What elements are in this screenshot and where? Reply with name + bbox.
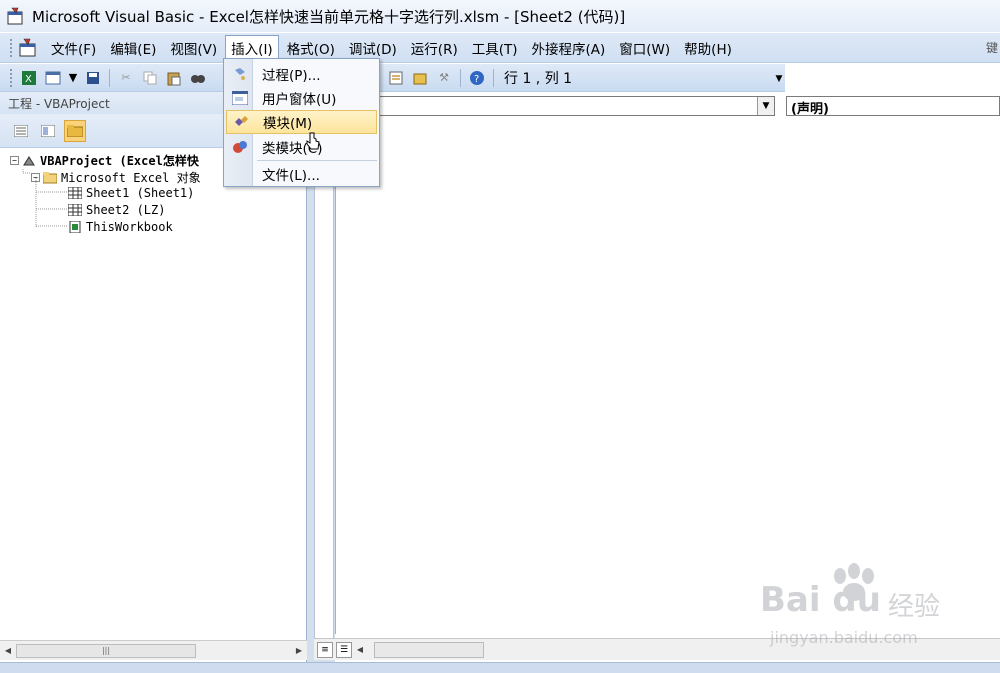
toggle-folders-icon[interactable] — [64, 119, 86, 142]
menu-run[interactable]: 运行(R) — [405, 35, 464, 61]
help-icon[interactable]: ? — [468, 69, 486, 87]
empty-icon-slot — [231, 166, 249, 182]
paste-icon[interactable] — [165, 69, 183, 87]
view-excel-icon[interactable]: X — [20, 69, 38, 87]
view-code-icon[interactable] — [10, 120, 32, 142]
menu-item-label: 模块(M) — [263, 116, 313, 132]
menubar-grip[interactable] — [9, 37, 13, 58]
menu-item-label: 文件(L)... — [262, 168, 320, 184]
tree-node-sheet1[interactable]: Sheet1 (Sheet1) — [67, 186, 195, 200]
vba-app-icon — [6, 6, 26, 26]
tree-node-label: ThisWorkbook — [86, 220, 173, 234]
watermark-brand: Bai du — [760, 580, 881, 620]
insert-userform-item[interactable]: 用户窗体(U) — [226, 86, 377, 110]
menu-bar: 文件(F) 编辑(E) 视图(V) 插入(I) 格式(O) 调试(D) 运行(R… — [0, 33, 1000, 63]
insert-file-item[interactable]: 文件(L)... — [226, 162, 377, 186]
menu-debug[interactable]: 调试(D) — [343, 35, 403, 61]
copy-icon[interactable] — [141, 69, 159, 87]
object-browser-icon[interactable] — [411, 69, 429, 87]
toolbar-grip[interactable] — [9, 67, 13, 88]
tree-node-label: Sheet1 (Sheet1) — [86, 186, 195, 200]
cut-icon[interactable]: ✂ — [117, 69, 135, 87]
menu-addins[interactable]: 外接程序(A) — [526, 35, 612, 61]
watermark-brand-cn: 经验 — [888, 592, 941, 622]
tree-lines — [22, 169, 68, 227]
scroll-right-icon[interactable]: ▶ — [291, 643, 307, 659]
menu-help[interactable]: 帮助(H) — [678, 35, 738, 61]
title-bar: Microsoft Visual Basic - Excel怎样快速当前单元格十… — [0, 0, 1000, 32]
status-strip — [0, 662, 1000, 673]
insert-class-module-item[interactable]: 类模块(C) — [226, 135, 377, 159]
tree-node-thisworkbook[interactable]: ThisWorkbook — [68, 220, 173, 234]
procedure-view-icon[interactable]: ≡ — [317, 641, 333, 658]
scroll-left-icon[interactable]: ◀ — [0, 643, 16, 659]
svg-text:X: X — [25, 74, 32, 85]
userform-icon — [231, 90, 249, 106]
project-horizontal-scrollbar[interactable]: ◀ ||| ▶ — [0, 640, 307, 660]
toolbar-separator — [493, 68, 494, 87]
insert-dropdown-menu: 过程(P)... 用户窗体(U) 模块(M) 类模块(C) 文件(L)... — [223, 58, 380, 187]
code-scrollbar-thumb[interactable] — [374, 641, 484, 658]
chevron-down-icon[interactable]: ▼ — [757, 97, 774, 115]
view-object-icon[interactable] — [37, 120, 59, 142]
project-tree: − VBAProject (Excel怎样快 − Microsoft Excel… — [0, 150, 306, 638]
save-icon[interactable] — [84, 69, 102, 87]
baidu-jingyan-watermark: Bai du 经验 jingyan.baidu.com — [760, 563, 995, 655]
find-icon[interactable] — [189, 69, 207, 87]
menu-edit[interactable]: 编辑(E) — [104, 35, 162, 61]
menu-separator — [257, 160, 377, 161]
menu-view[interactable]: 视图(V) — [164, 35, 223, 61]
class-module-icon — [231, 139, 249, 155]
menu-window[interactable]: 窗口(W) — [613, 35, 676, 61]
menubar-corner-text: 键 — [985, 41, 998, 55]
tree-node-label: Sheet2 (LZ) — [86, 203, 166, 217]
menu-insert[interactable]: 插入(I) — [225, 35, 279, 60]
code-margin-indicator-bar[interactable] — [314, 120, 334, 640]
menu-item-label: 过程(P)... — [262, 68, 321, 84]
object-combobox[interactable]: ▼ — [335, 96, 775, 116]
procedure-icon — [231, 66, 249, 82]
insert-module-item[interactable]: 模块(M) — [226, 110, 377, 134]
mouse-pointer-icon — [305, 130, 321, 154]
module-icon — [232, 114, 250, 130]
code-editor[interactable] — [335, 118, 1000, 634]
watermark-url: jingyan.baidu.com — [770, 628, 918, 647]
insert-userform-icon[interactable] — [44, 69, 62, 87]
tree-node-label: Microsoft Excel 对象 — [61, 171, 201, 185]
menu-format[interactable]: 格式(O) — [281, 35, 341, 61]
scroll-left-icon[interactable]: ◀ — [352, 642, 368, 658]
menu-file[interactable]: 文件(F) — [45, 35, 102, 61]
tree-node-sheet2[interactable]: Sheet2 (LZ) — [67, 203, 166, 217]
window-title: Microsoft Visual Basic - Excel怎样快速当前单元格十… — [32, 7, 626, 26]
toolbox-icon[interactable]: ⚒ — [435, 69, 453, 87]
procedure-combobox[interactable]: (声明) — [786, 96, 1000, 117]
scrollbar-thumb[interactable]: ||| — [16, 643, 196, 658]
insert-procedure-item[interactable]: 过程(P)... — [226, 62, 377, 86]
toolbar-separator — [460, 68, 461, 87]
vba-menu-icon[interactable] — [17, 37, 39, 59]
cursor-position: 行 1 , 列 1 — [504, 70, 573, 87]
toolbar-overflow-icon[interactable]: ▼ — [773, 74, 785, 90]
properties-window-icon[interactable] — [387, 69, 405, 87]
full-module-view-icon[interactable]: ☰ — [336, 641, 352, 658]
dropdown-arrow-icon[interactable]: ▼ — [68, 69, 78, 87]
toolbar-separator — [109, 68, 110, 87]
menu-tools[interactable]: 工具(T) — [466, 35, 524, 61]
menu-item-label: 用户窗体(U) — [262, 92, 337, 108]
svg-text:?: ? — [474, 74, 479, 85]
standard-toolbar: X ▼ ✂ ⚒ ? 行 1 , 列 1 ▼ — [0, 64, 785, 92]
